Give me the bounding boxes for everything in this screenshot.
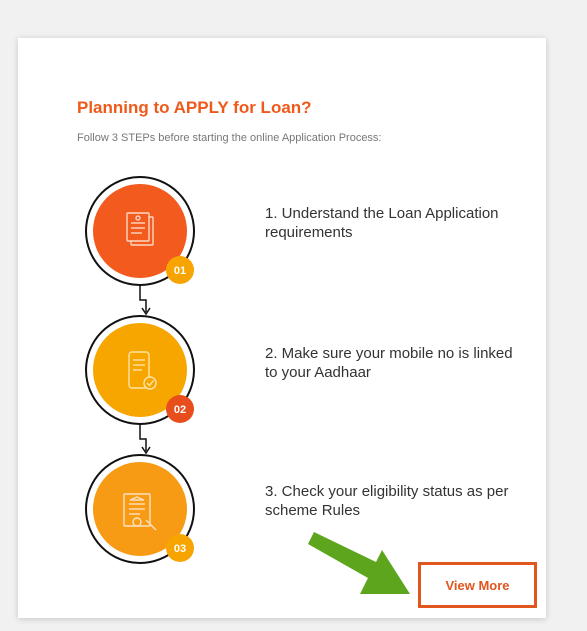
step-2-graphic: 02 [85, 315, 195, 425]
connector-arrow [139, 424, 147, 451]
step-3-text: 3. Check your eligibility status as per … [265, 483, 509, 519]
view-more-button[interactable]: View More [418, 562, 537, 608]
steps-graphic: 01 02 03 [85, 176, 410, 594]
documents-icon [126, 212, 154, 246]
step-2-text: 2. Make sure your mobile no is linked to… [265, 345, 513, 381]
step-3-badge: 03 [174, 543, 186, 555]
step-1-graphic: 01 [85, 176, 195, 286]
step-1-text: 1. Understand the Loan Application requi… [265, 205, 499, 241]
step-2-badge: 02 [174, 404, 186, 416]
step-3-graphic: 03 [85, 454, 195, 564]
view-more-label: View More [445, 577, 510, 593]
pointer-arrow-icon [308, 532, 410, 594]
connector-arrow [139, 285, 147, 312]
loan-info-card: Planning to APPLY for Loan? Follow 3 STE… [18, 38, 546, 618]
step-1-badge: 01 [174, 265, 186, 277]
